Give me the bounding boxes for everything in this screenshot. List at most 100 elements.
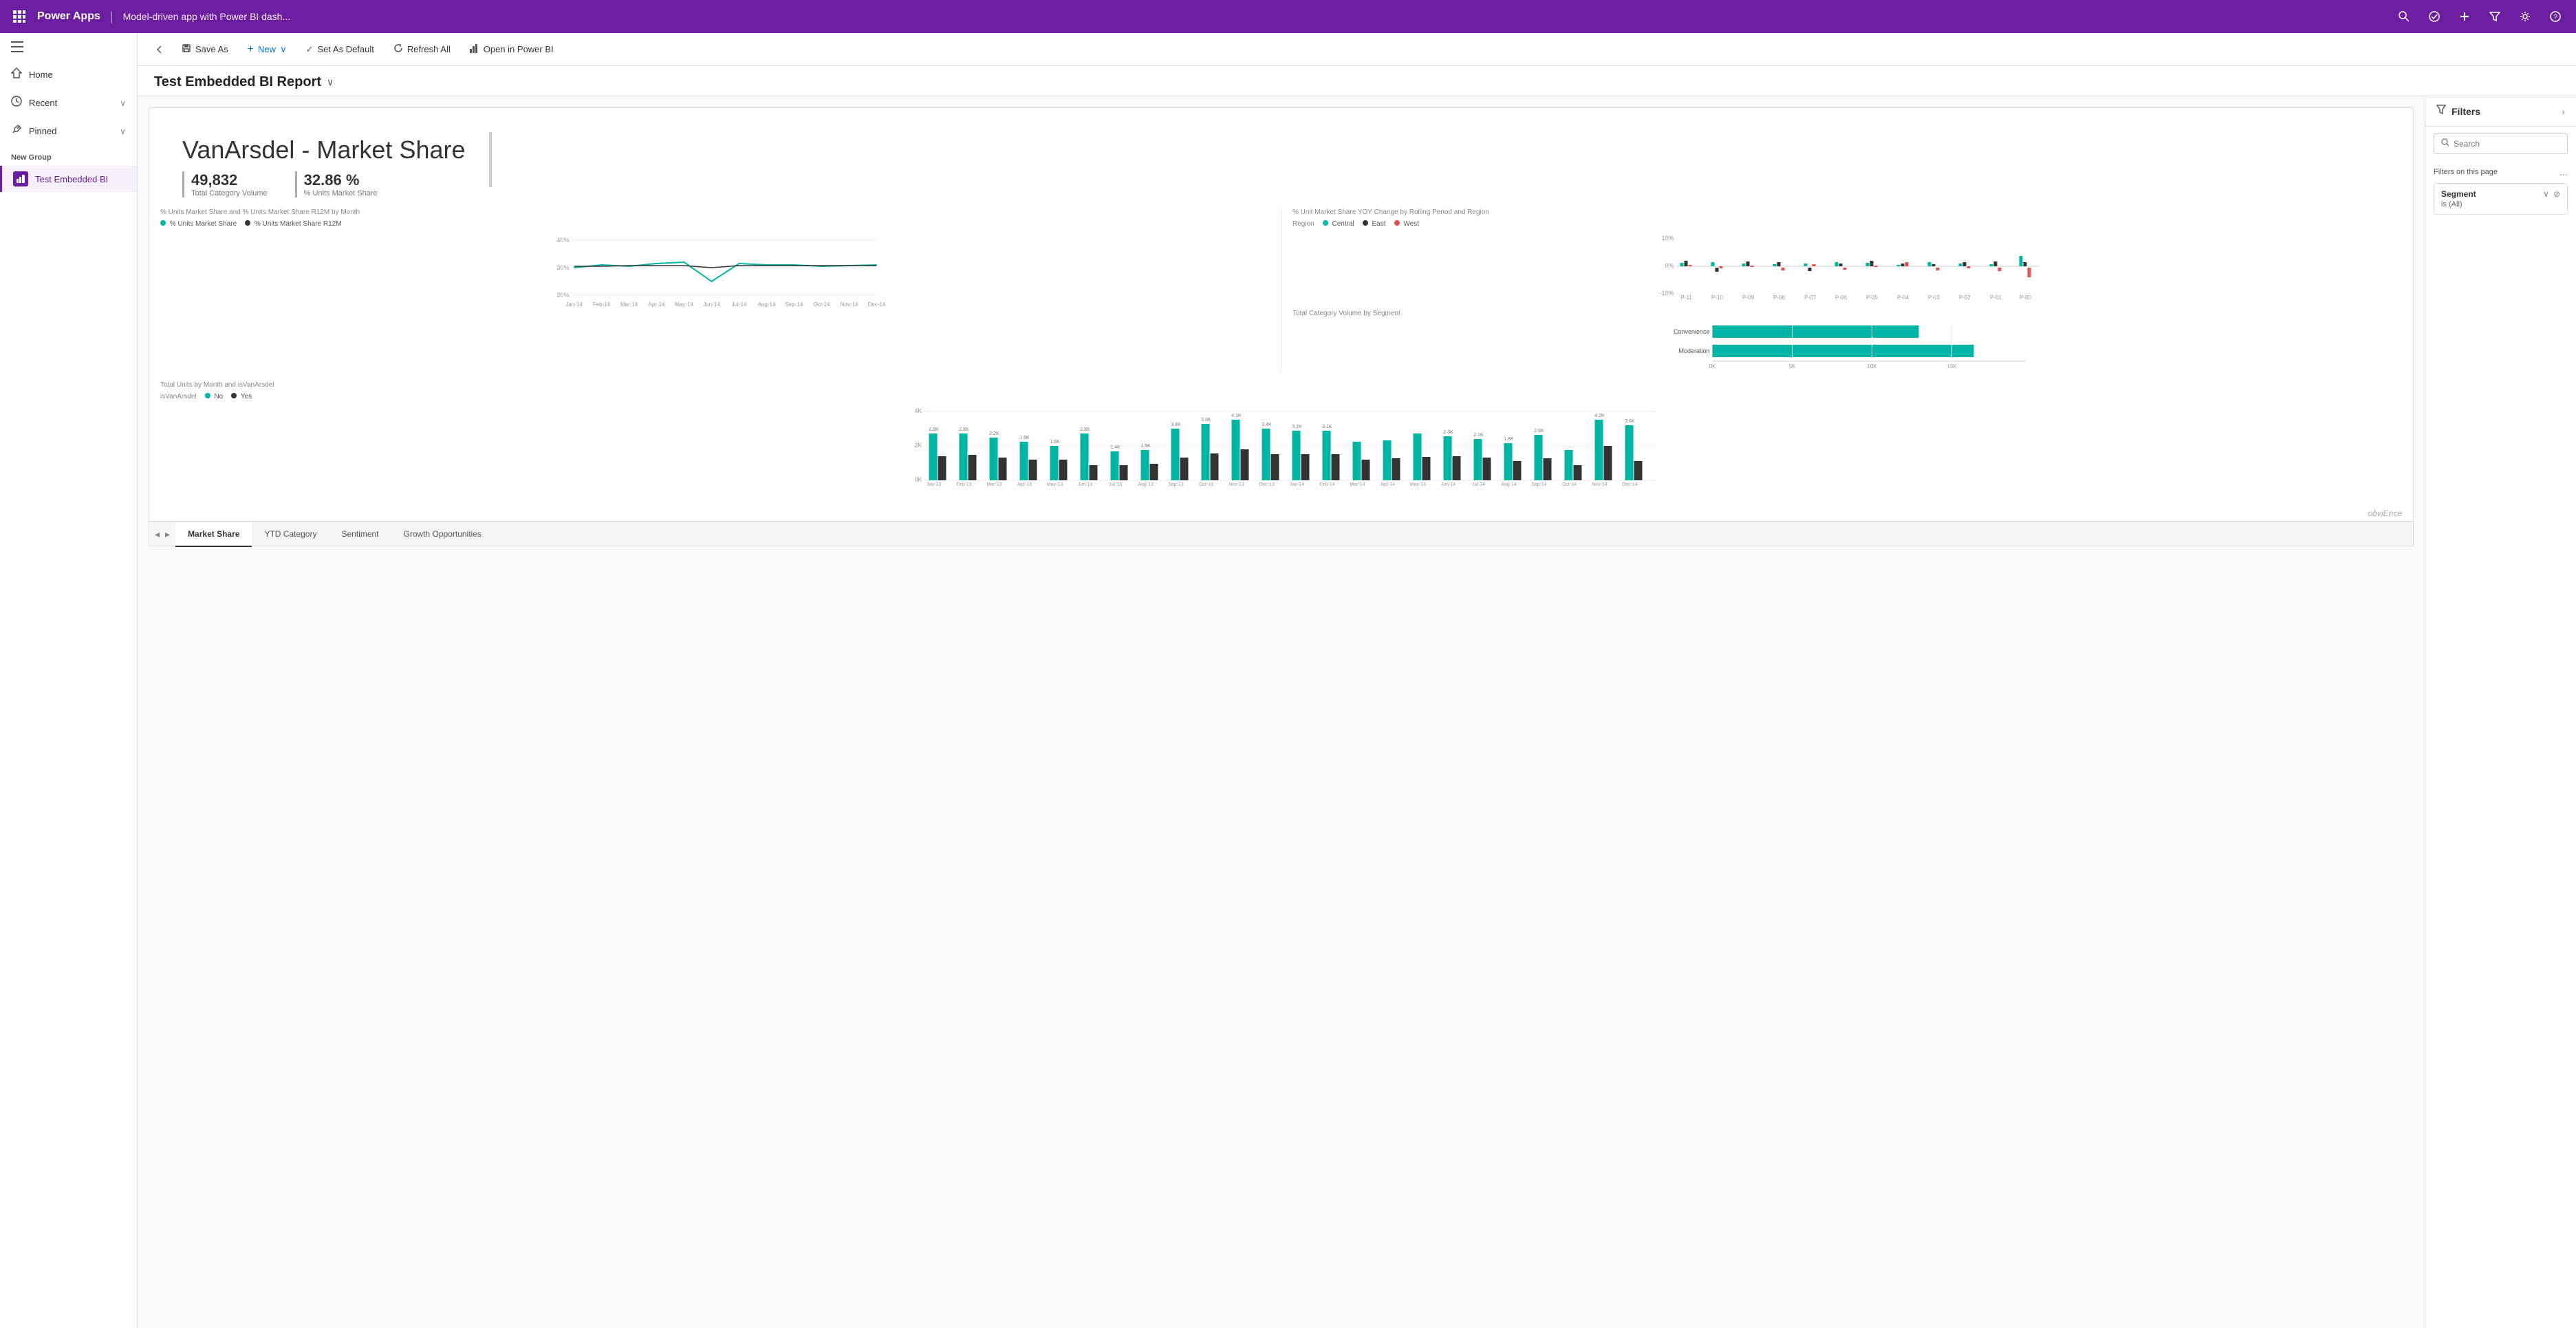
filters-search-box[interactable] xyxy=(2434,133,2568,154)
svg-text:20%: 20% xyxy=(556,292,569,299)
sidebar-item-recent[interactable]: Recent ∨ xyxy=(0,89,137,117)
report-canvas: VanArsdel - Market Share 49,832 Total Ca… xyxy=(149,107,2414,546)
legend-dot-central xyxy=(1323,220,1328,226)
svg-text:2.8K: 2.8K xyxy=(1080,427,1090,432)
svg-text:2.8K: 2.8K xyxy=(959,427,969,432)
svg-text:2.6K: 2.6K xyxy=(1534,429,1544,433)
tab-growth-opportunities[interactable]: Growth Opportunities xyxy=(391,522,494,547)
refresh-all-button[interactable]: Refresh All xyxy=(385,39,459,59)
sidebar-item-pinned[interactable]: Pinned ∨ xyxy=(0,117,137,145)
svg-text:P-03: P-03 xyxy=(1928,294,1940,301)
filters-search-input[interactable] xyxy=(2454,139,2560,149)
set-default-label: Set As Default xyxy=(317,44,374,54)
legend-dot-east xyxy=(1363,220,1368,226)
report-area: VanArsdel - Market Share 49,832 Total Ca… xyxy=(138,96,2425,1328)
page-title: Test Embedded BI Report xyxy=(154,74,321,90)
svg-text:15K: 15K xyxy=(1947,363,1957,370)
filters-section-header: Filters on this page ... xyxy=(2425,161,2576,180)
legend-central: Central xyxy=(1323,220,1354,228)
svg-text:Dec-14: Dec-14 xyxy=(1622,482,1638,487)
svg-text:Sep-13: Sep-13 xyxy=(1168,482,1184,487)
refresh-all-label: Refresh All xyxy=(407,44,451,54)
svg-text:3.8K: 3.8K xyxy=(1201,418,1211,422)
svg-text:Jul-14: Jul-14 xyxy=(1472,482,1485,487)
tab-market-share[interactable]: Market Share xyxy=(175,522,252,547)
svg-text:40%: 40% xyxy=(556,237,569,244)
charts-top: % Units Market Share and % Units Market … xyxy=(149,208,2413,373)
legend-units-ms: % Units Market Share xyxy=(160,220,237,228)
new-button[interactable]: + New ∨ xyxy=(239,39,295,60)
waffle-icon[interactable] xyxy=(8,6,30,28)
recent-icon xyxy=(11,96,22,110)
sidebar-hamburger[interactable] xyxy=(0,33,137,61)
svg-text:1.9K: 1.9K xyxy=(1019,436,1030,440)
svg-text:Apr-14: Apr-14 xyxy=(1381,482,1395,487)
svg-text:3.1K: 3.1K xyxy=(1292,425,1302,429)
title-separator: | xyxy=(110,10,113,24)
powerbi-icon xyxy=(470,43,479,55)
svg-text:P-00: P-00 xyxy=(2020,294,2031,301)
sidebar-item-test-embedded-bi[interactable]: Test Embedded BI xyxy=(0,166,137,192)
topbar-settings-button[interactable] xyxy=(2513,4,2537,29)
legend-west: West xyxy=(1394,220,1419,228)
legend-isvanarsdel-label: isVanArsdel xyxy=(160,393,197,400)
svg-text:P-11: P-11 xyxy=(1680,294,1692,301)
topbar-add-button[interactable] xyxy=(2452,4,2477,29)
test-embedded-bi-icon xyxy=(13,171,28,186)
filters-panel-header: Filters › xyxy=(2425,96,2576,127)
new-plus-icon: + xyxy=(248,43,254,56)
page-title-chevron[interactable]: ∨ xyxy=(327,76,334,88)
check-icon: ✓ xyxy=(306,44,314,55)
set-default-button[interactable]: ✓ Set As Default xyxy=(298,40,382,59)
content-area: VanArsdel - Market Share 49,832 Total Ca… xyxy=(138,96,2576,1328)
svg-text:P-02: P-02 xyxy=(1959,294,1971,301)
h-bar-chart-container: Total Category Volume by Segment Conveni… xyxy=(1292,310,2402,373)
legend-dot-teal xyxy=(160,220,166,226)
tab-sentiment[interactable]: Sentiment xyxy=(329,522,391,547)
svg-text:Jan-14: Jan-14 xyxy=(565,301,583,308)
svg-text:0K: 0K xyxy=(1709,363,1716,370)
filters-close-button[interactable]: › xyxy=(2562,106,2565,117)
svg-text:-10%: -10% xyxy=(1659,290,1674,297)
sidebar-item-home[interactable]: Home xyxy=(0,61,137,89)
topbar-help-button[interactable]: ? xyxy=(2543,4,2568,29)
back-button[interactable] xyxy=(149,39,171,61)
legend-dot-dark xyxy=(245,220,250,226)
svg-text:Oct-13: Oct-13 xyxy=(1199,482,1213,487)
tab-next-arrow[interactable]: ▸ xyxy=(162,526,173,543)
svg-text:Jun-14: Jun-14 xyxy=(703,301,720,308)
stat-market-share-value: 32.86 % xyxy=(304,171,378,189)
save-as-button[interactable]: Save As xyxy=(173,39,237,59)
new-label: New xyxy=(258,44,276,54)
app-title: Power Apps xyxy=(37,10,100,23)
watermark: obviEnce xyxy=(149,506,2413,521)
svg-text:?: ? xyxy=(2553,14,2557,21)
filters-section-menu[interactable]: ... xyxy=(2559,167,2568,178)
topbar-filter-button[interactable] xyxy=(2482,4,2507,29)
svg-text:0%: 0% xyxy=(1665,262,1674,269)
filter-card-chevron[interactable]: ∨ xyxy=(2543,189,2549,199)
svg-text:Aug-14: Aug-14 xyxy=(758,301,776,308)
top-bar-actions: ? xyxy=(2392,4,2568,29)
tab-ytd-category[interactable]: YTD Category xyxy=(252,522,329,547)
topbar-check-button[interactable] xyxy=(2422,4,2447,29)
svg-text:1.6K: 1.6K xyxy=(1050,440,1060,445)
svg-text:Sep-14: Sep-14 xyxy=(786,301,803,308)
svg-text:Dec-14: Dec-14 xyxy=(868,301,886,308)
svg-text:4.1K: 4.1K xyxy=(1231,414,1242,418)
open-in-powerbi-button[interactable]: Open in Power BI xyxy=(462,39,562,59)
svg-text:P-05: P-05 xyxy=(1866,294,1878,301)
svg-text:3.4K: 3.4K xyxy=(1262,422,1272,427)
legend-region-label: Region xyxy=(1292,220,1314,228)
filter-card-segment-icons: ∨ ⊘ xyxy=(2543,189,2560,199)
svg-text:Mar-13: Mar-13 xyxy=(986,482,1002,487)
topbar-search-button[interactable] xyxy=(2392,4,2416,29)
line-chart-container: % Units Market Share and % Units Market … xyxy=(160,208,1281,373)
tab-prev-arrow[interactable]: ◂ xyxy=(152,526,162,543)
bottom-bar-chart-legend: isVanArsdel No Yes xyxy=(160,393,2402,400)
line-chart-legend: % Units Market Share % Units Market Shar… xyxy=(160,220,1270,228)
filters-panel: Filters › Filters on this page ... Segme… xyxy=(2425,96,2576,1328)
svg-text:3.4K: 3.4K xyxy=(1171,422,1181,427)
svg-text:Nov-13: Nov-13 xyxy=(1229,482,1244,487)
filter-card-clear-icon[interactable]: ⊘ xyxy=(2553,189,2560,199)
